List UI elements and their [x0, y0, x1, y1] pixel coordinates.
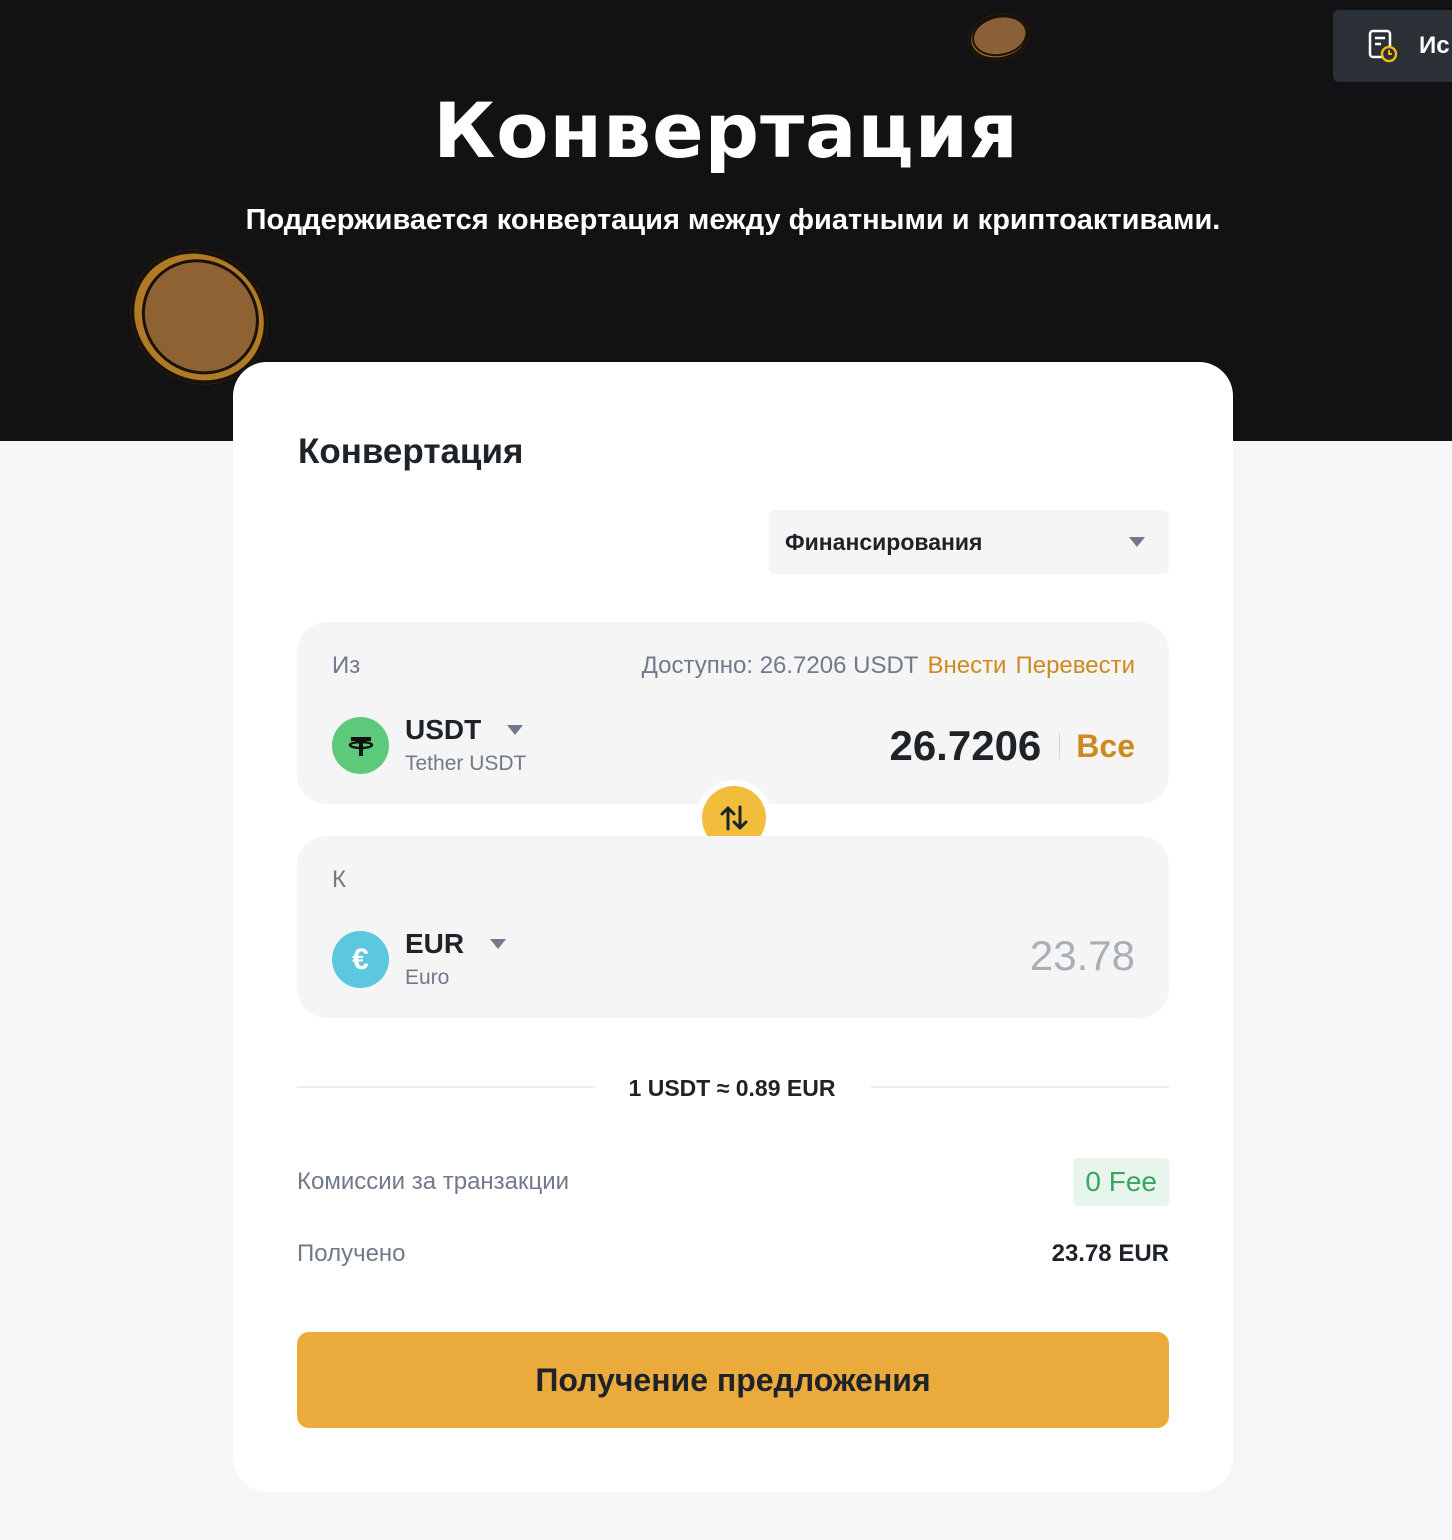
- from-label: Из: [332, 652, 361, 679]
- history-button[interactable]: Ис: [1333, 10, 1452, 82]
- rate-divider-left: [297, 1086, 595, 1088]
- to-asset-select[interactable]: € EUR Euro: [332, 928, 507, 990]
- to-panel: К € EUR Euro 23.78: [297, 836, 1169, 1018]
- available-balance: Доступно: 26.7206 USDT Внести Перевести: [642, 652, 1135, 680]
- exchange-rate: 1 USDT ≈ 0.89 EUR: [628, 1075, 836, 1101]
- from-amount-row: 26.7206 Все: [889, 722, 1135, 770]
- chevron-down-icon: [490, 939, 507, 949]
- history-document-clock-icon: [1368, 29, 1398, 63]
- from-asset-code: USDT: [405, 714, 482, 745]
- chevron-down-icon: [1129, 537, 1145, 547]
- to-amount-input[interactable]: 23.78: [1030, 932, 1135, 980]
- page-subtitle: Поддерживается конвертация между фиатным…: [245, 204, 1221, 236]
- divider: [1059, 733, 1061, 759]
- euro-icon: €: [332, 931, 389, 988]
- max-all-button[interactable]: Все: [1076, 728, 1135, 765]
- fee-badge: 0 Fee: [1073, 1158, 1169, 1206]
- from-asset-name: Tether USDT: [405, 752, 527, 775]
- rate-divider-right: [871, 1086, 1169, 1088]
- card-title: Конвертация: [298, 432, 524, 471]
- to-asset-code: EUR: [405, 928, 465, 959]
- fee-label: Комиссии за транзакции: [297, 1168, 570, 1195]
- received-label: Получено: [297, 1240, 406, 1267]
- tether-icon: [332, 717, 389, 774]
- history-label: Ис: [1419, 32, 1450, 59]
- from-panel: Из Доступно: 26.7206 USDT Внести Перевес…: [297, 622, 1169, 804]
- wallet-select[interactable]: Финансирования: [769, 510, 1169, 574]
- transfer-link[interactable]: Перевести: [1015, 652, 1135, 680]
- euro-symbol: €: [352, 942, 369, 976]
- convert-card: Конвертация Финансирования Из Доступно: …: [233, 362, 1233, 1492]
- received-value: 23.78 EUR: [1051, 1240, 1169, 1267]
- chevron-down-icon: [507, 725, 524, 735]
- page-title: Конвертация: [433, 86, 1019, 175]
- coin-decoration-small: [963, 8, 1035, 66]
- get-quote-button[interactable]: Получение предложения: [297, 1332, 1169, 1428]
- available-text: Доступно: 26.7206 USDT: [641, 652, 919, 679]
- to-label: К: [332, 866, 346, 893]
- from-asset-select[interactable]: USDT Tether USDT: [332, 714, 526, 776]
- deposit-link[interactable]: Внести: [927, 652, 1006, 680]
- to-amount-row: 23.78: [1030, 932, 1135, 980]
- to-asset-name: Euro: [405, 966, 450, 989]
- wallet-select-value: Финансирования: [785, 528, 983, 555]
- from-amount-input[interactable]: 26.7206: [889, 722, 1041, 770]
